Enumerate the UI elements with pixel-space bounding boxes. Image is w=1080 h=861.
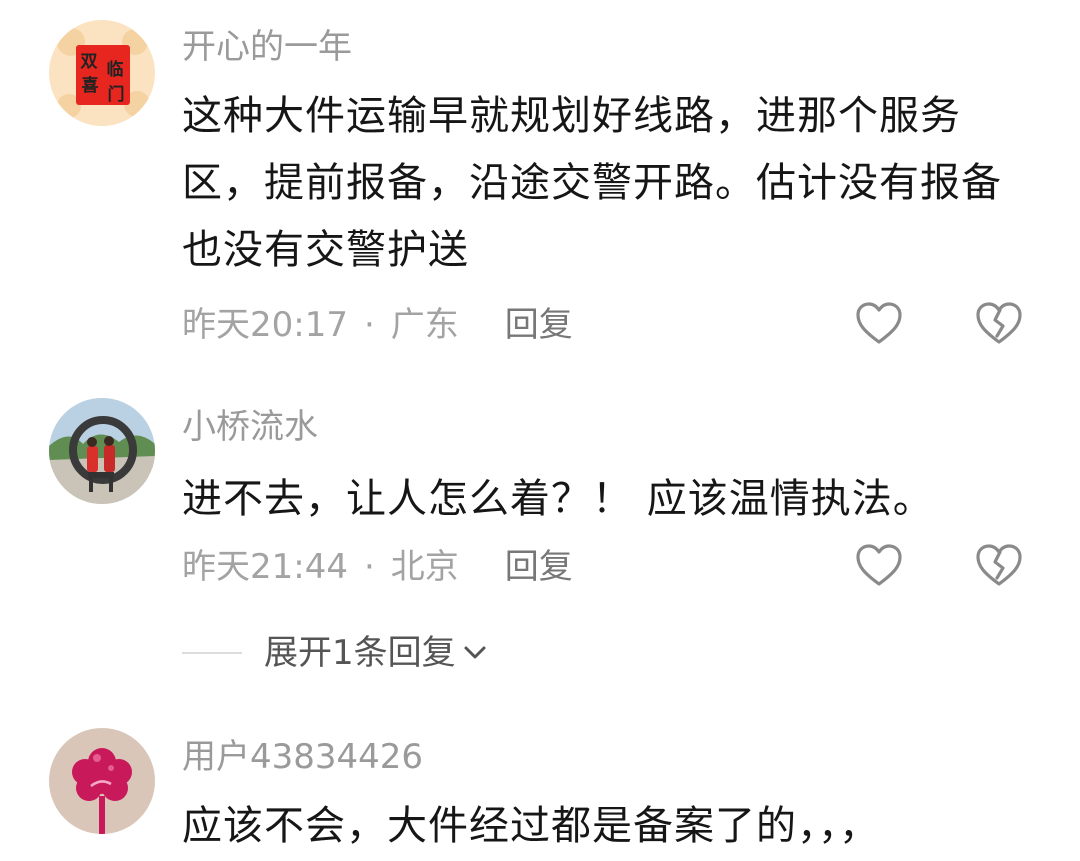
comment-text: 进不去，让人怎么着？！ 应该温情执法。 — [182, 476, 934, 522]
dislike-button[interactable] — [974, 299, 1024, 349]
avatar-char: 门 — [108, 84, 125, 105]
comment-location: 广东 — [390, 305, 459, 345]
comment-meta: 昨天20:17 · 广东 回复 — [182, 305, 573, 345]
avatar[interactable] — [49, 728, 155, 834]
avatar[interactable]: 双 临 喜 门 — [49, 20, 155, 126]
comment-meta: 昨天21:44 · 北京 回复 — [182, 547, 573, 587]
heart-outline-icon — [856, 302, 902, 344]
dislike-button[interactable] — [974, 541, 1024, 591]
comment-time: 昨天20:17 — [182, 305, 348, 345]
chevron-down-icon — [462, 640, 488, 670]
comment-location: 北京 — [390, 547, 459, 587]
comment-item: 小桥流水 进不去，让人怎么着？！ 应该温情执法。 昨天21:44 · 北京 回复 — [0, 380, 1080, 620]
username[interactable]: 开心的一年 — [182, 27, 352, 67]
avatar-char: 双 — [81, 52, 98, 72]
comment-text: 应该不会，大件经过都是备案了的，，， — [182, 803, 880, 849]
divider-line — [182, 652, 242, 654]
username[interactable]: 小桥流水 — [182, 407, 318, 447]
comment-item: 用户43834426 应该不会，大件经过都是备案了的，，， — [0, 700, 1080, 861]
comment-item: 双 临 喜 门 开心的一年 这种大件运输早就规划好线路，进那个服务区，提前报备，… — [0, 0, 1080, 380]
reply-button[interactable]: 回复 — [505, 547, 573, 587]
broken-heart-icon — [976, 544, 1022, 586]
separator-dot: · — [363, 305, 375, 345]
comment-list: 双 临 喜 门 开心的一年 这种大件运输早就规划好线路，进那个服务区，提前报备，… — [0, 0, 1080, 861]
username[interactable]: 用户43834426 — [182, 737, 423, 777]
separator-dot: · — [363, 547, 375, 587]
avatar-char: 临 — [107, 59, 124, 80]
comment-text: 这种大件运输早就规划好线路，进那个服务区，提前报备，沿途交警开路。估计没有报备也… — [182, 93, 1002, 273]
avatar[interactable] — [49, 398, 155, 504]
comment-time: 昨天21:44 — [182, 547, 348, 587]
broken-heart-icon — [976, 302, 1022, 344]
like-button[interactable] — [854, 541, 904, 591]
avatar-char: 喜 — [82, 76, 99, 96]
expand-replies-button[interactable]: 展开1条回复 — [182, 631, 488, 675]
reply-button[interactable]: 回复 — [505, 305, 573, 345]
expand-replies-label: 展开1条回复 — [264, 633, 456, 673]
heart-outline-icon — [856, 544, 902, 586]
like-button[interactable] — [854, 299, 904, 349]
